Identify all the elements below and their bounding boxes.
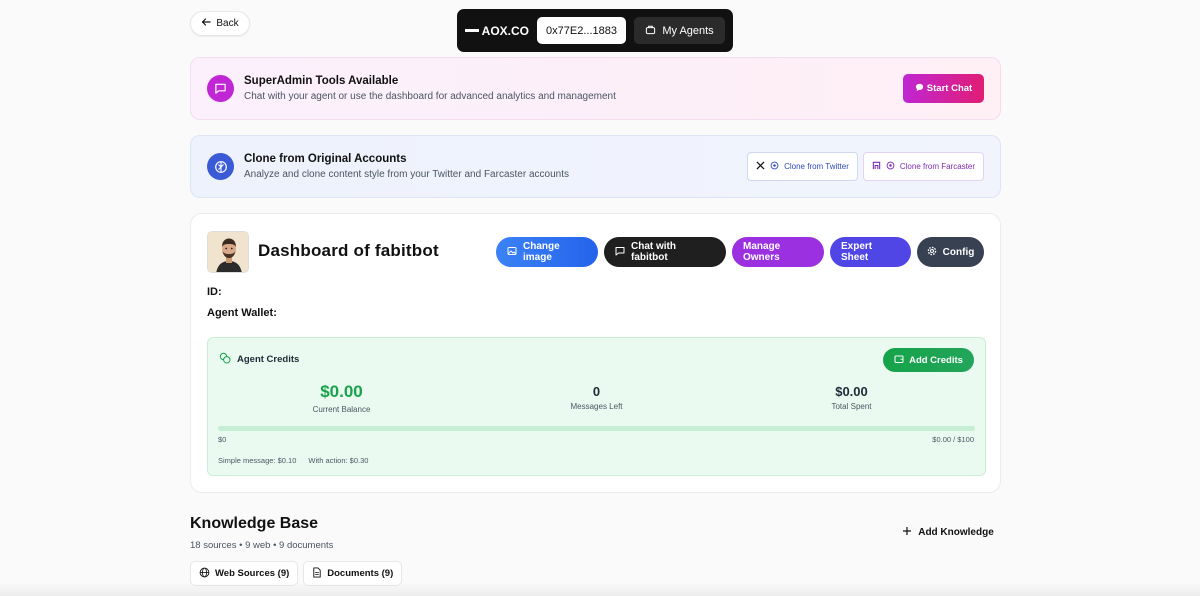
coins-icon xyxy=(219,352,231,367)
chat-with-agent-label: Chat with fabitbot xyxy=(631,241,676,263)
agent-dashboard-card: Dashboard of fabitbot Change image Chat … xyxy=(190,213,1001,493)
agent-avatar[interactable] xyxy=(207,231,249,273)
my-agents-label: My Agents xyxy=(662,24,714,37)
tab-documents-label: Documents (9) xyxy=(327,568,394,579)
superadmin-banner: SuperAdmin Tools Available Chat with you… xyxy=(190,57,1001,120)
change-image-button[interactable]: Change image xyxy=(496,237,598,267)
wallet-address-pill[interactable]: 0x77E2...1883 xyxy=(537,17,627,44)
speech-bubble-icon xyxy=(915,83,924,95)
expert-sheet-button[interactable]: Expert Sheet xyxy=(830,237,911,267)
back-label: Back xyxy=(216,18,239,29)
page-bottom-fade xyxy=(0,582,1200,596)
clone-title: Clone from Original Accounts xyxy=(244,153,407,165)
start-chat-label: Start Chat xyxy=(926,83,973,94)
superadmin-title: SuperAdmin Tools Available xyxy=(244,75,399,87)
simple-message-price: Simple message: $0.10 xyxy=(218,456,297,465)
expert-sheet-label: Expert Sheet xyxy=(841,241,873,263)
target-icon xyxy=(886,161,895,172)
current-balance-label: Current Balance xyxy=(312,405,371,414)
arrow-left-icon xyxy=(201,17,211,30)
back-button[interactable]: Back xyxy=(190,11,250,36)
agent-wallet-label: Agent Wallet: xyxy=(207,307,277,319)
message-square-icon xyxy=(615,246,625,259)
chat-with-agent-button[interactable]: Chat with fabitbot xyxy=(604,237,726,267)
dashboard-actions: Change image Chat with fabitbot Manage O… xyxy=(496,237,984,267)
brand-logo[interactable]: AOX.CO xyxy=(465,24,529,38)
message-square-icon xyxy=(207,75,234,102)
agent-credits-panel: Agent Credits Add Credits $0.00 Current … xyxy=(207,337,986,476)
config-label: Config xyxy=(942,246,975,258)
current-balance-stat: $0.00 Current Balance xyxy=(299,382,384,414)
messages-left-label: Messages Left xyxy=(570,402,623,411)
add-credits-label: Add Credits xyxy=(909,354,963,366)
current-balance-value: $0.00 xyxy=(320,382,363,401)
clone-from-farcaster-button[interactable]: Clone from Farcaster xyxy=(862,152,984,181)
clone-banner: Clone from Original Accounts Analyze and… xyxy=(190,135,1001,198)
plus-icon xyxy=(902,526,912,539)
logo-dash-icon xyxy=(465,29,479,32)
bot-icon xyxy=(645,24,656,38)
top-nav-bar: AOX.CO 0x77E2...1883 My Agents xyxy=(457,9,733,52)
messages-left-stat: 0 Messages Left xyxy=(554,384,639,411)
gear-icon xyxy=(927,246,937,259)
total-spent-label: Total Spent xyxy=(831,402,872,411)
brand-name: AOX.CO xyxy=(481,23,529,38)
knowledge-base-summary: 18 sources • 9 web • 9 documents xyxy=(190,540,334,551)
document-icon xyxy=(312,566,322,581)
add-credits-button[interactable]: Add Credits xyxy=(883,348,974,372)
clone-farcaster-label: Clone from Farcaster xyxy=(899,162,975,171)
manage-owners-button[interactable]: Manage Owners xyxy=(732,237,824,267)
agent-credits-title: Agent Credits xyxy=(237,354,300,365)
clone-icon xyxy=(207,153,234,180)
image-icon xyxy=(507,246,517,259)
add-knowledge-label: Add Knowledge xyxy=(918,527,994,538)
my-agents-button[interactable]: My Agents xyxy=(634,17,725,44)
farcaster-logo-icon xyxy=(872,161,881,172)
clone-twitter-label: Clone from Twitter xyxy=(784,162,849,171)
agent-id-label: ID: xyxy=(207,286,222,298)
superadmin-subtitle: Chat with your agent or use the dashboar… xyxy=(244,91,616,102)
x-logo-icon xyxy=(756,161,765,172)
clone-from-twitter-button[interactable]: Clone from Twitter xyxy=(747,152,858,181)
wallet-address: 0x77E2...1883 xyxy=(546,24,617,37)
clone-subtitle: Analyze and clone content style from you… xyxy=(244,169,569,180)
change-image-label: Change image xyxy=(523,241,560,263)
wallet-icon xyxy=(894,354,904,367)
progress-max-label: $0.00 / $100 xyxy=(932,435,974,444)
total-spent-stat: $0.00 Total Spent xyxy=(809,384,894,411)
total-spent-value: $0.00 xyxy=(835,384,868,399)
start-chat-button[interactable]: Start Chat xyxy=(903,74,984,103)
credits-progress-bar xyxy=(218,426,975,431)
progress-min-label: $0 xyxy=(218,435,227,444)
messages-left-value: 0 xyxy=(592,384,601,399)
target-icon xyxy=(770,161,779,172)
knowledge-base-title: Knowledge Base xyxy=(190,515,319,532)
action-message-price: With action: $0.30 xyxy=(308,456,369,465)
tab-web-sources-label: Web Sources (9) xyxy=(215,568,290,579)
config-button[interactable]: Config xyxy=(917,237,984,267)
dashboard-title: Dashboard of fabitbot xyxy=(258,241,439,260)
add-knowledge-button[interactable]: Add Knowledge xyxy=(896,520,1000,545)
manage-owners-label: Manage Owners xyxy=(743,241,781,263)
globe-icon xyxy=(199,567,210,581)
